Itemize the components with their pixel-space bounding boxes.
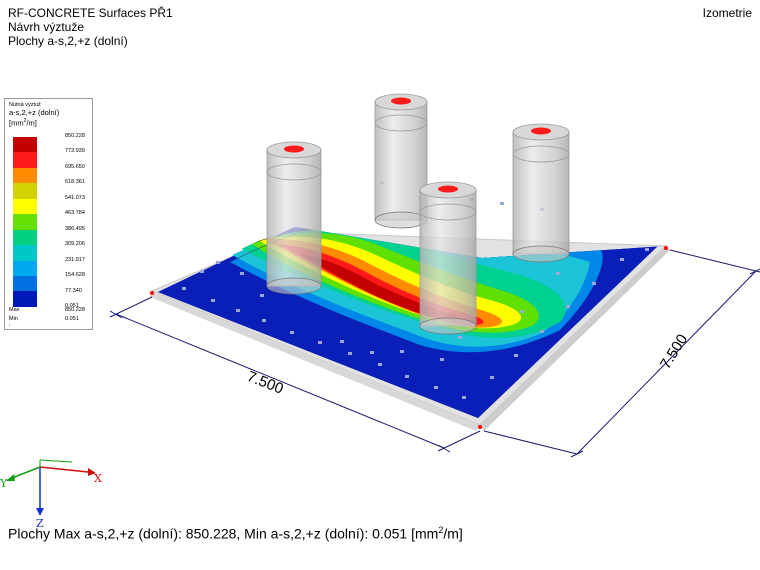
column-front	[419, 181, 477, 335]
legend-value: 231.917	[65, 256, 85, 263]
legend-title: Nutná výztuž a-s,2,+z (dolní) [mm2/m]	[9, 102, 59, 128]
legend-color-scale	[13, 137, 37, 307]
legend-max-value: 850.228	[65, 307, 85, 313]
x-axis-label: X	[94, 472, 102, 485]
legend-value: 618.361	[65, 179, 85, 186]
legend-swatch	[13, 137, 37, 153]
column-back-right	[512, 123, 570, 263]
legend-min-label: Min :	[9, 316, 18, 329]
legend-swatch	[13, 214, 37, 230]
legend-value: 154.628	[65, 272, 85, 279]
legend-swatch	[13, 275, 37, 292]
dimension-right-label: 7.500	[657, 331, 691, 372]
legend-min-value: 0.051	[65, 316, 79, 322]
legend-swatch	[13, 183, 37, 199]
legend-swatch	[13, 245, 37, 261]
legend-value: 850.228	[65, 133, 85, 139]
legend-quantity: a-s,2,+z (dolní)	[9, 108, 60, 117]
legend-swatch	[13, 198, 37, 215]
column-back-center	[374, 93, 428, 229]
slab-surface	[158, 226, 660, 418]
legend-swatch	[13, 152, 37, 168]
coordinate-axes: X Y Z	[0, 459, 102, 530]
model-viewport[interactable]: 7.500 7.500 X Y Z	[0, 0, 760, 570]
legend-swatch	[13, 229, 37, 246]
legend-swatch	[13, 260, 37, 276]
legend-value: 695.650	[65, 163, 85, 170]
legend-swatch	[13, 167, 37, 184]
legend-value: 386.495	[65, 225, 85, 232]
color-legend-panel: Nutná výztuž a-s,2,+z (dolní) [mm2/m] 85…	[4, 98, 93, 330]
dimension-front-label: 7.500	[245, 368, 286, 398]
legend-value: 463.784	[65, 210, 85, 217]
result-summary: Plochy Max a-s,2,+z (dolní): 850.228, Mi…	[8, 525, 463, 542]
legend-swatch	[13, 291, 37, 307]
legend-value: 772.939	[65, 148, 85, 155]
legend-unit: [mm2/m]	[9, 118, 37, 128]
column-back-left	[266, 141, 322, 295]
legend-value: 309.206	[65, 241, 85, 248]
legend-value: 541.073	[65, 194, 85, 201]
y-axis-label: Y	[0, 477, 8, 490]
legend-value: 77.340	[65, 287, 82, 294]
